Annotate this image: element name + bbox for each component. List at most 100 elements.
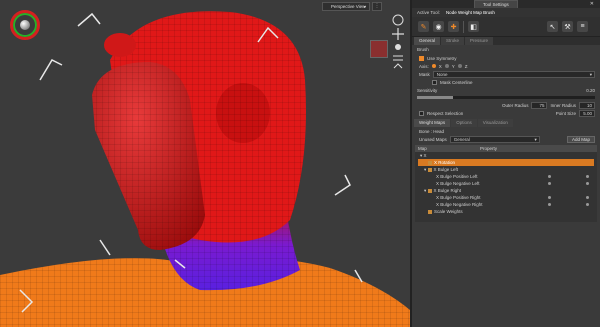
tree-row-x-bulge-left[interactable]: ▾ X Bulge Left: [418, 166, 594, 173]
3d-viewport[interactable]: Perspective View ▾ ⋮: [0, 0, 410, 327]
dolly-icon: [393, 55, 403, 61]
tab-tool-settings-label: Tool Settings: [483, 2, 509, 7]
slider-dot: [548, 175, 551, 178]
brush-icon[interactable]: ✎: [418, 21, 429, 32]
slider-dot: [586, 182, 589, 185]
active-tool-label: Active Tool:: [417, 10, 440, 15]
weight-map-icon: [427, 167, 432, 172]
sensitivity-row: Sensitivity 0.20: [412, 86, 600, 95]
view-gizmo[interactable]: [10, 10, 40, 40]
unused-maps-select[interactable]: General ▾: [449, 135, 540, 143]
tree-row-label: X Bulge Left: [433, 167, 459, 172]
view-cube[interactable]: [370, 40, 388, 58]
chevron-down-icon: ▾: [589, 71, 592, 77]
weight-map-tree: ▾ X X Rotation ▾ X Bulge Left X Bulge Po…: [415, 152, 597, 222]
tree-row-x-bulge-positive-right[interactable]: X Bulge Positive Right: [418, 194, 594, 201]
tool-icon-bar: ✎ ◉ ✚ ◧ ↖ ⚒ ≡: [412, 17, 600, 37]
tree-row-label: X Bulge Negative Right: [436, 202, 483, 207]
orbit-icon: [392, 14, 404, 26]
mask-centerline-row[interactable]: Mask Centerline: [412, 78, 600, 86]
close-icon[interactable]: ✕: [590, 0, 594, 8]
point-size-label: Point Size: [555, 110, 576, 116]
view-menu-label: Perspective View: [331, 4, 366, 9]
tab-general[interactable]: General: [414, 37, 441, 45]
sensitivity-slider-row: [412, 95, 600, 99]
tree-row-x-rotation[interactable]: X Rotation: [418, 159, 594, 166]
slider-dot: [586, 175, 589, 178]
figure-scene[interactable]: [0, 0, 410, 327]
sensitivity-value[interactable]: 0.20: [586, 88, 595, 93]
active-tool-bar: Active Tool: Node Weight Map Brush: [412, 8, 600, 17]
weight-map-icon: [428, 160, 432, 165]
tree-row-x-bulge-negative-left[interactable]: X Bulge Negative Left: [418, 180, 594, 187]
slider-dot: [586, 203, 589, 206]
head-bump: [104, 33, 136, 57]
tree-row-scale-weights[interactable]: Scale Weights: [418, 208, 594, 215]
bone-row: Bone : Head: [412, 127, 600, 135]
weight-map-icon: [427, 188, 432, 193]
tab-stroke[interactable]: Stroke: [441, 37, 465, 45]
bone-label: Bone : Head: [419, 128, 445, 134]
inner-radius-field[interactable]: 10: [579, 101, 595, 109]
sensitivity-slider-fill: [417, 95, 453, 99]
sensitivity-slider[interactable]: [417, 95, 595, 99]
tree-row-x-bulge-positive-left[interactable]: X Bulge Positive Left: [418, 173, 594, 180]
mask-label: Mask: [419, 71, 430, 77]
tab-pressure[interactable]: Pressure: [465, 37, 494, 45]
tab-weight-maps[interactable]: Weight Maps: [414, 119, 451, 127]
tool-settings-panel: Tool Settings ✕ Active Tool: Node Weight…: [410, 0, 600, 327]
outer-radius-field[interactable]: 75: [531, 101, 548, 109]
viewport-options-button[interactable]: ⋮: [372, 2, 382, 11]
slider-dot: [586, 196, 589, 199]
mask-row: Mask None ▾: [412, 70, 600, 78]
axis-z-radio[interactable]: [457, 64, 462, 68]
mask-select[interactable]: None ▾: [432, 70, 595, 78]
tab-visualization[interactable]: Visualization: [477, 119, 513, 127]
paint-icon[interactable]: ✚: [448, 21, 459, 32]
unused-maps-row: Unused Maps General ▾ Add Map: [412, 135, 600, 143]
tab-tool-settings[interactable]: Tool Settings: [474, 0, 518, 8]
mask-centerline-checkbox[interactable]: [432, 79, 437, 85]
slider-dot: [548, 203, 551, 206]
use-symmetry-row[interactable]: Use Symmetry: [412, 54, 600, 62]
tree-row-label: X Rotation: [434, 160, 456, 165]
axis-y-radio[interactable]: [444, 64, 449, 68]
respect-selection-row[interactable]: Respect Selection Point Size 5.00: [412, 109, 600, 117]
chevron-down-icon: ▾: [363, 4, 366, 9]
respect-selection-checkbox[interactable]: [419, 110, 424, 116]
add-map-button[interactable]: Add Map: [566, 135, 595, 143]
weight-map-icon: [428, 209, 432, 214]
smooth-icon[interactable]: ◉: [433, 21, 444, 32]
use-symmetry-label: Use Symmetry: [427, 55, 457, 61]
axis-y-label: Y: [451, 63, 455, 69]
weight-map-tabs: Weight Maps Options Visualization: [412, 119, 600, 127]
respect-selection-label: Respect Selection: [427, 110, 464, 116]
select-icon[interactable]: ↖: [547, 21, 558, 32]
inner-radius-label: Inner Radius: [550, 102, 576, 108]
tree-row-x[interactable]: ▾ X: [418, 152, 594, 159]
tree-row-x-bulge-right[interactable]: ▾ X Bulge Right: [418, 187, 594, 194]
weight-map-tree-header: Map Property: [415, 145, 597, 152]
tree-row-label: X Bulge Positive Right: [436, 195, 481, 200]
settings-icon[interactable]: ≡: [577, 21, 588, 32]
gradient-icon[interactable]: ◧: [468, 21, 479, 32]
axis-z-label: Z: [464, 63, 468, 69]
chevron-down-icon: ▾: [534, 136, 537, 142]
mask-centerline-label: Mask Centerline: [440, 79, 473, 85]
point-size-field[interactable]: 5.00: [579, 109, 595, 117]
tab-options[interactable]: Options: [451, 119, 477, 127]
tweak-icon[interactable]: ⚒: [562, 21, 573, 32]
tree-row-label: X Bulge Positive Left: [436, 174, 478, 179]
zoom-icon: [395, 44, 401, 50]
tree-row-label: X: [423, 153, 427, 158]
column-property: Property: [480, 146, 498, 151]
view-menu[interactable]: Perspective View ▾: [322, 2, 370, 11]
tree-row-x-bulge-negative-right[interactable]: X Bulge Negative Right: [418, 201, 594, 208]
column-map: Map: [418, 146, 427, 151]
use-symmetry-checkbox[interactable]: [419, 55, 424, 61]
radius-row: Outer Radius 75 Inner Radius 10: [412, 101, 600, 109]
axis-x-radio[interactable]: [431, 64, 436, 68]
navigation-controls[interactable]: [388, 14, 408, 74]
axis-label: Axis:: [419, 63, 429, 69]
gizmo-sphere-icon: [20, 20, 30, 30]
